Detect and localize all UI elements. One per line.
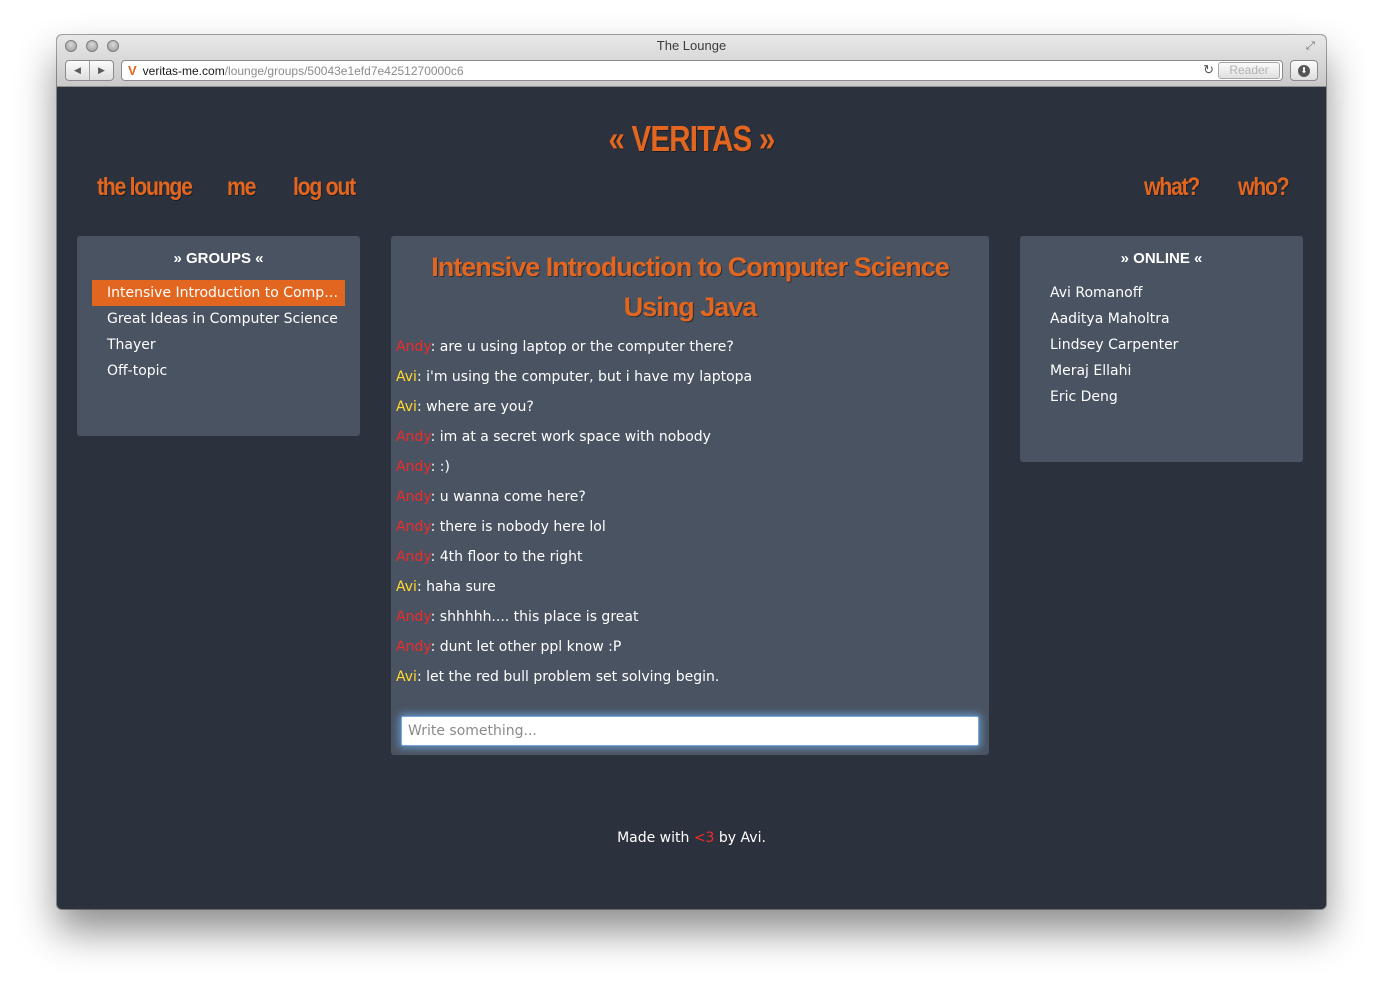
message-author[interactable]: Andy [396,609,431,625]
url-path: /lounge/groups/50043e1efd7e4251270000c6 [224,63,464,78]
online-user[interactable]: Meraj Ellahi [1020,358,1303,384]
message-input[interactable] [401,716,979,746]
chat-message: Andy: u wanna come here? [396,482,752,512]
message-text: : haha sure [416,579,496,595]
chat-message: Andy: are u using laptop or the computer… [396,336,752,362]
message-text: : there is nobody here lol [430,519,606,535]
download-icon: ⬇ [1298,64,1310,77]
chat-message: Avi: where are you? [396,392,752,422]
group-item[interactable]: Intensive Introduction to Computer Scien… [92,280,345,306]
message-author[interactable]: Andy [396,459,431,475]
nav-me[interactable]: me [227,173,256,202]
browser-window: The Lounge ⤢ ◀ ▶ V veritas-me.com /loung… [57,35,1326,909]
chat-title: Intensive Introduction to Computer Scien… [431,252,950,322]
message-author[interactable]: Avi [396,369,417,385]
message-list[interactable]: Andy: are u using laptop or the computer… [391,336,989,691]
online-user[interactable]: Lindsey Carpenter [1020,332,1303,358]
brand-logo[interactable]: « VERITAS » [171,118,1212,160]
nav-the-lounge[interactable]: the lounge [97,173,193,202]
message-author[interactable]: Andy [396,489,431,505]
nav-what[interactable]: what? [1144,173,1200,202]
message-text: : shhhhh.... this place is great [430,609,639,625]
window-title: The Lounge [656,38,727,53]
online-user[interactable]: Eric Deng [1020,384,1303,410]
message-author[interactable]: Avi [396,579,417,595]
chat-message: Andy: shhhhh.... this place is great [396,602,752,632]
footer: Made with <3 by Avi. [57,830,1326,846]
back-arrow-icon[interactable]: ◀ [66,61,90,80]
chat-message: Avi: haha sure [396,572,752,602]
message-text: : :) [430,459,450,475]
history-nav: ◀ ▶ [65,60,114,81]
chat-message: Andy: dunt let other ppl know :P [396,632,752,662]
online-users-list: Avi Romanoff Aaditya Maholtra Lindsey Ca… [1020,280,1303,410]
message-author[interactable]: Andy [396,429,431,445]
message-text: : let the red bull problem set solving b… [416,669,720,685]
url-host: veritas-me.com [142,63,225,78]
chat-panel: Intensive Introduction to Computer Scien… [391,236,989,755]
group-item[interactable]: Off-topic [92,358,345,384]
message-author[interactable]: Andy [396,549,431,565]
message-author[interactable]: Andy [396,519,431,535]
message-text: : are u using laptop or the computer the… [430,339,734,355]
address-bar[interactable]: V veritas-me.com /lounge/groups/50043e1e… [121,60,1283,81]
heart-text: <3 [693,830,715,846]
reload-icon[interactable]: ↻ [1203,62,1214,78]
message-text: : u wanna come here? [430,489,586,505]
nav-who[interactable]: who? [1238,173,1290,202]
online-user[interactable]: Aaditya Maholtra [1020,306,1303,332]
message-author[interactable]: Avi [396,669,417,685]
message-author[interactable]: Andy [396,339,431,355]
chat-message: Andy: :) [396,452,752,482]
forward-arrow-icon[interactable]: ▶ [90,61,113,80]
groups-list: Intensive Introduction to Computer Scien… [77,280,360,384]
message-text: : where are you? [416,399,534,415]
online-heading: » ONLINE « [1120,250,1203,267]
footer-suffix: by Avi. [714,830,766,846]
fullscreen-icon[interactable]: ⤢ [1306,39,1320,53]
message-author[interactable]: Avi [396,399,417,415]
online-user[interactable]: Avi Romanoff [1020,280,1303,306]
message-author[interactable]: Andy [396,639,431,655]
chat-message: Avi: let the red bull problem set solvin… [396,662,752,691]
message-list-inner: Andy: are u using laptop or the computer… [396,336,752,691]
chat-message: Andy: there is nobody here lol [396,512,752,542]
chat-message: Avi: i'm using the computer, but i have … [396,362,752,392]
message-text: : dunt let other ppl know :P [430,639,622,655]
message-text: : i'm using the computer, but i have my … [416,369,753,385]
group-item[interactable]: Thayer [92,332,345,358]
site-favicon-icon: V [128,63,137,78]
group-item[interactable]: Great Ideas in Computer Science [92,306,345,332]
page-content: « VERITAS » the lounge me log out what? … [57,88,1326,909]
chat-message: Andy: im at a secret work space with nob… [396,422,752,452]
nav-log-out[interactable]: log out [293,173,356,202]
footer-prefix: Made with [617,830,694,846]
online-panel: » ONLINE « Avi Romanoff Aaditya Maholtra… [1020,236,1303,462]
message-text: : im at a secret work space with nobody [430,429,711,445]
browser-chrome: The Lounge ⤢ ◀ ▶ V veritas-me.com /loung… [57,35,1326,87]
downloads-button[interactable]: ⬇ [1290,60,1318,81]
chat-message: Andy: 4th floor to the right [396,542,752,572]
groups-heading: » GROUPS « [173,250,264,267]
groups-panel: » GROUPS « Intensive Introduction to Com… [77,236,360,436]
reader-button[interactable]: Reader [1218,62,1280,79]
message-text: : 4th floor to the right [430,549,583,565]
